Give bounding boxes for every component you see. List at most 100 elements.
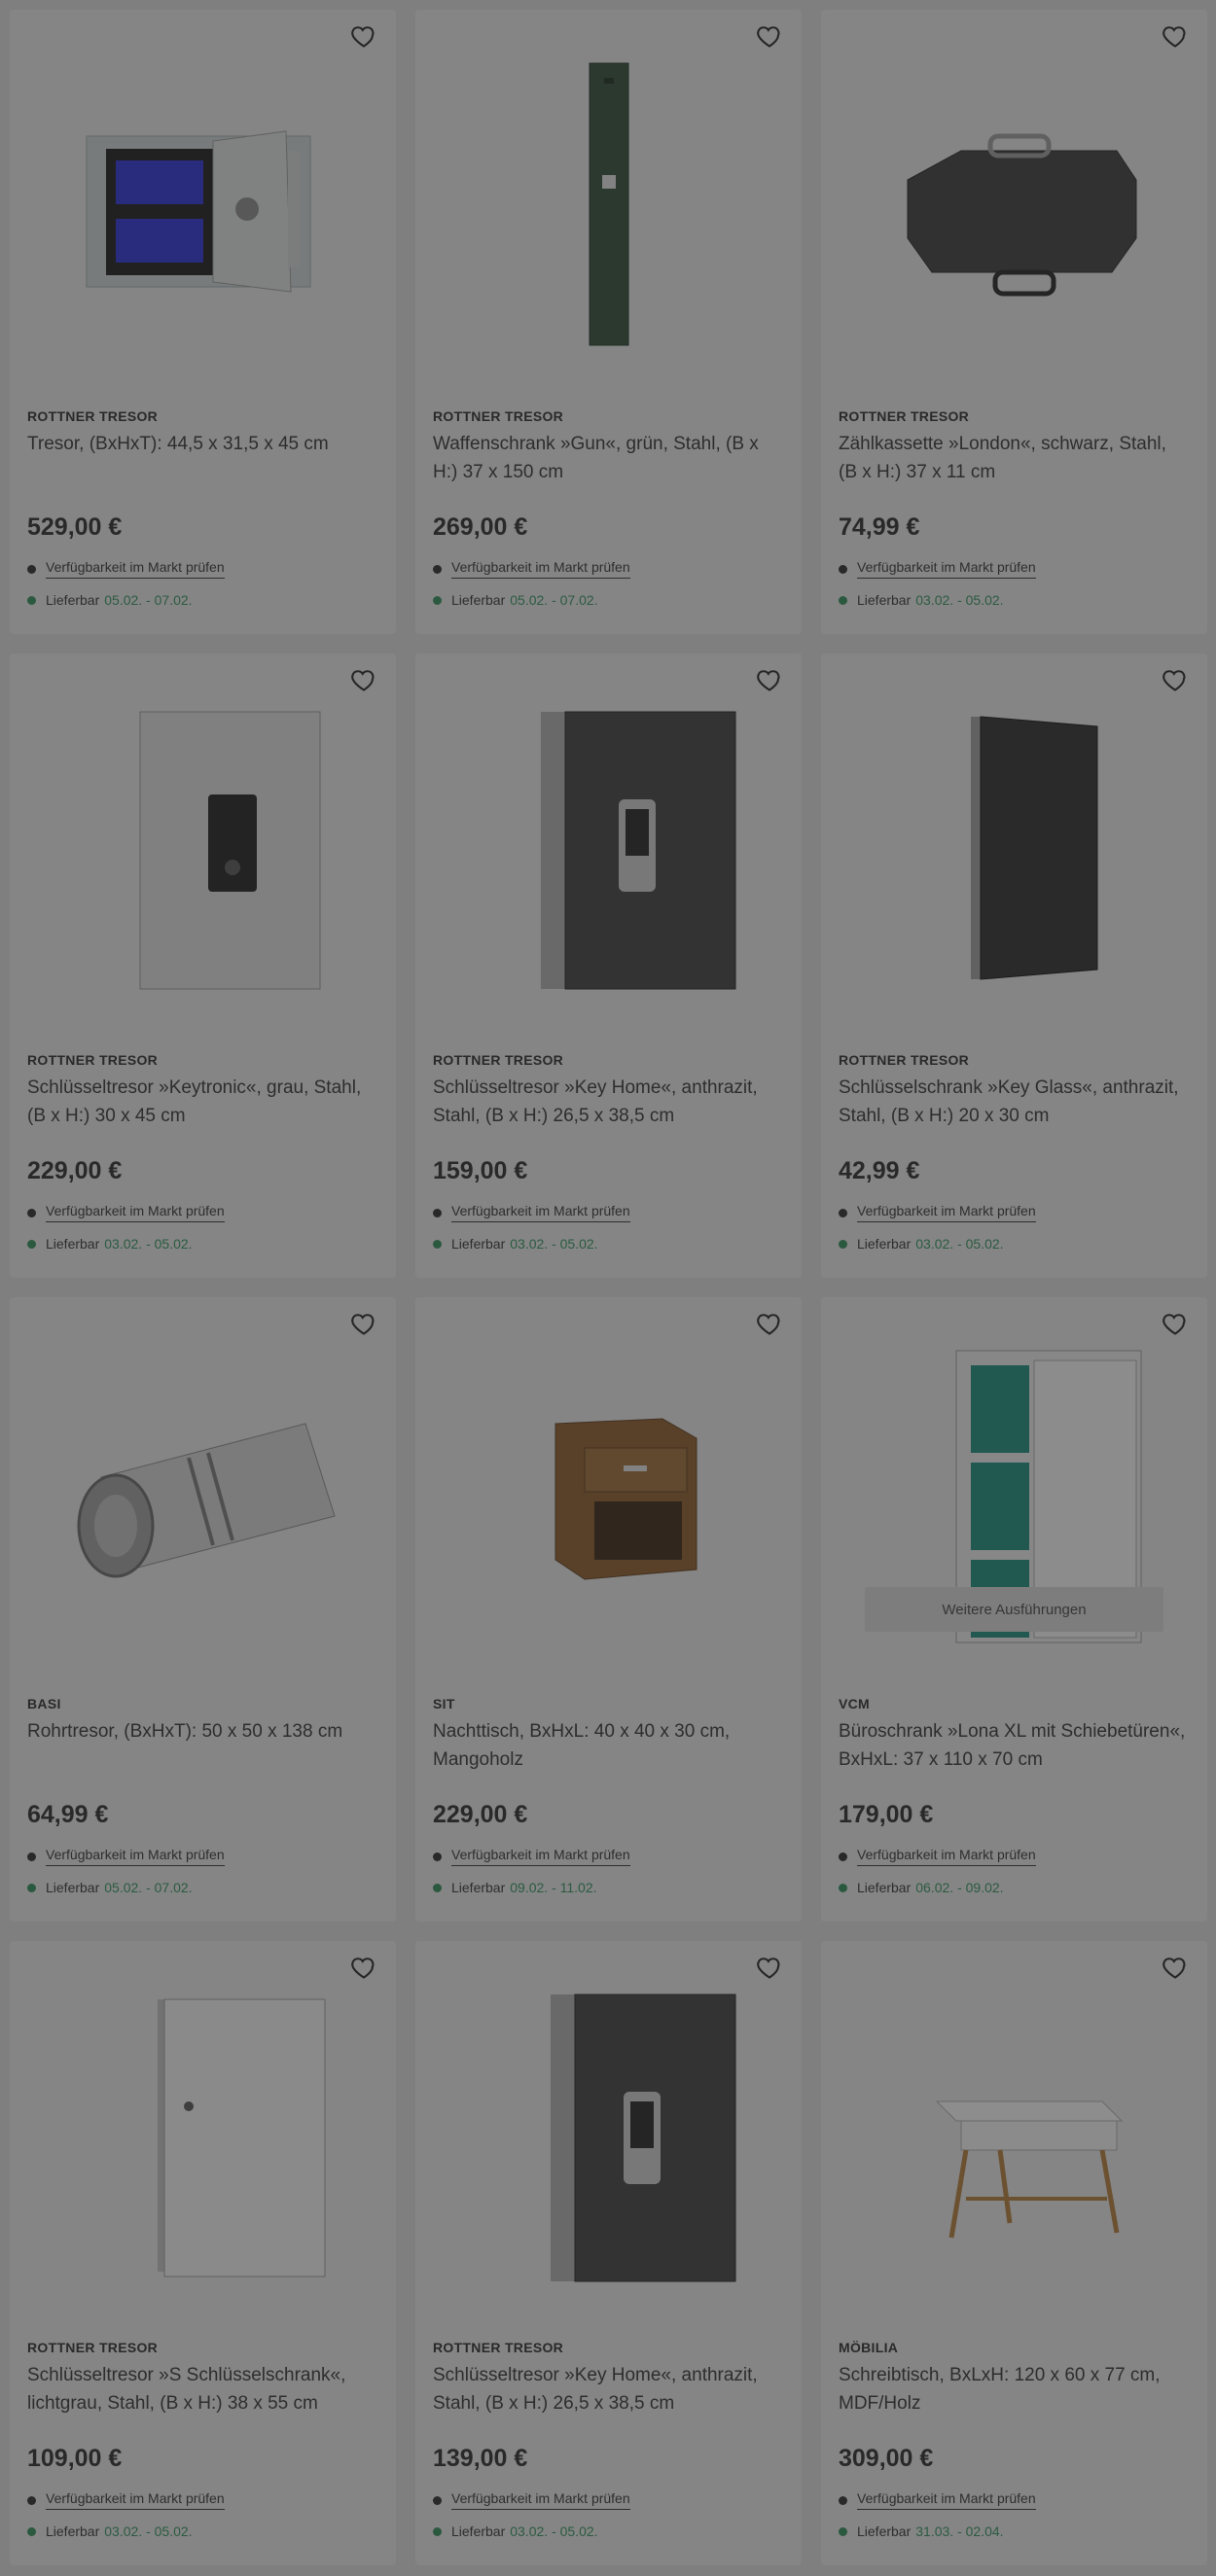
bullet-icon [839, 1852, 847, 1861]
product-card[interactable]: Weitere Ausführungen VCM Büroschrank »Lo… [821, 1297, 1207, 1922]
delivery-row: Lieferbar 03.02. - 05.02. [27, 2523, 378, 2539]
product-brand: ROTTNER TRESOR [27, 408, 159, 424]
product-card[interactable]: ROTTNER TRESOR Waffenschrank »Gun«, grün… [415, 10, 802, 634]
product-card[interactable]: ROTTNER TRESOR Schlüsseltresor »Key Home… [415, 1941, 802, 2565]
product-image[interactable] [415, 10, 802, 399]
desk-icon [935, 2100, 1123, 2239]
gun-cabinet-icon [589, 62, 628, 346]
key-glass-cabinet-icon [970, 716, 1097, 980]
product-image[interactable] [10, 1941, 396, 2330]
status-dot-icon [433, 1883, 442, 1892]
product-card[interactable]: ROTTNER TRESOR Schlüsselschrank »Key Gla… [821, 653, 1207, 1278]
check-availability-link[interactable]: Verfügbarkeit im Markt prüfen [46, 1203, 225, 1222]
product-card[interactable]: MÖBILIA Schreibtisch, BxLxH: 120 x 60 x … [821, 1941, 1207, 2565]
product-card[interactable]: ROTTNER TRESOR Zählkassette »London«, sc… [821, 10, 1207, 634]
check-availability-link[interactable]: Verfügbarkeit im Markt prüfen [451, 1847, 630, 1866]
heart-icon[interactable] [755, 1309, 784, 1338]
product-title[interactable]: Schlüsseltresor »Keytronic«, grau, Stahl… [27, 1074, 378, 1130]
product-title[interactable]: Schlüsseltresor »Key Home«, anthrazit, S… [433, 2361, 784, 2417]
delivery-row: Lieferbar 03.02. - 05.02. [433, 2523, 784, 2539]
product-card[interactable]: ROTTNER TRESOR Tresor, (BxHxT): 44,5 x 3… [10, 10, 396, 634]
product-image[interactable] [10, 10, 396, 399]
product-image[interactable] [821, 1941, 1207, 2330]
heart-icon[interactable] [755, 21, 784, 51]
product-title[interactable]: Schlüsselschrank »Key Glass«, anthrazit,… [839, 1074, 1190, 1130]
bullet-icon [433, 2495, 442, 2505]
heart-icon[interactable] [1161, 1309, 1190, 1338]
delivery-row: Lieferbar 05.02. - 07.02. [433, 592, 784, 608]
bullet-icon [433, 564, 442, 574]
product-title[interactable]: Waffenschrank »Gun«, grün, Stahl, (B x H… [433, 430, 784, 486]
nightstand-icon [554, 1418, 697, 1580]
status-dot-icon [27, 595, 36, 605]
heart-icon[interactable] [349, 1953, 378, 1982]
product-card[interactable]: ROTTNER TRESOR Schlüsseltresor »Keytroni… [10, 653, 396, 1278]
delivery-row: Lieferbar 06.02. - 09.02. [839, 1880, 1190, 1895]
product-price: 42,99 € [839, 1157, 920, 1184]
product-image[interactable] [415, 1297, 802, 1686]
check-availability-link[interactable]: Verfügbarkeit im Markt prüfen [857, 559, 1036, 579]
product-card[interactable]: ROTTNER TRESOR Schlüsseltresor »S Schlüs… [10, 1941, 396, 2565]
product-title[interactable]: Nachttisch, BxHxL: 40 x 40 x 30 cm, Mang… [433, 1717, 784, 1774]
product-info: ROTTNER TRESOR Schlüsseltresor »S Schlüs… [27, 2340, 378, 2539]
heart-icon[interactable] [349, 665, 378, 694]
product-info: ROTTNER TRESOR Schlüsseltresor »Key Home… [433, 1052, 784, 1252]
product-image[interactable] [10, 653, 396, 1042]
product-brand: ROTTNER TRESOR [433, 408, 564, 424]
bullet-icon [27, 564, 36, 574]
check-availability-link[interactable]: Verfügbarkeit im Markt prüfen [857, 2490, 1036, 2510]
check-availability-link[interactable]: Verfügbarkeit im Markt prüfen [451, 559, 630, 579]
product-brand: ROTTNER TRESOR [433, 1052, 564, 1068]
product-info: ROTTNER TRESOR Tresor, (BxHxT): 44,5 x 3… [27, 408, 378, 608]
heart-icon[interactable] [1161, 1953, 1190, 1982]
product-title[interactable]: Büroschrank »Lona XL mit Schiebetüren«, … [839, 1717, 1190, 1774]
status-dot-icon [433, 595, 442, 605]
heart-icon[interactable] [1161, 21, 1190, 51]
product-card[interactable]: SIT Nachttisch, BxHxL: 40 x 40 x 30 cm, … [415, 1297, 802, 1922]
heart-icon[interactable] [349, 21, 378, 51]
status-dot-icon [839, 2526, 847, 2536]
status-dot-icon [27, 1239, 36, 1249]
product-image[interactable] [821, 653, 1207, 1042]
more-variants-button[interactable]: Weitere Ausführungen [865, 1587, 1163, 1632]
delivery-dates: 03.02. - 05.02. [510, 2523, 598, 2539]
check-availability-link[interactable]: Verfügbarkeit im Markt prüfen [857, 1203, 1036, 1222]
product-brand: MÖBILIA [839, 2340, 899, 2355]
delivery-row: Lieferbar 05.02. - 07.02. [27, 1880, 378, 1895]
status-dot-icon [27, 2526, 36, 2536]
check-availability-link[interactable]: Verfügbarkeit im Markt prüfen [451, 2490, 630, 2510]
product-title[interactable]: Zählkassette »London«, schwarz, Stahl, (… [839, 430, 1190, 486]
product-brand: BASI [27, 1696, 61, 1711]
product-title[interactable]: Schreibtisch, BxLxH: 120 x 60 x 77 cm, M… [839, 2361, 1190, 2417]
heart-icon[interactable] [755, 665, 784, 694]
product-card[interactable]: BASI Rohrtresor, (BxHxT): 50 x 50 x 138 … [10, 1297, 396, 1922]
delivery-label: Lieferbar [451, 2523, 506, 2539]
product-info: ROTTNER TRESOR Schlüsseltresor »Key Home… [433, 2340, 784, 2539]
delivery-row: Lieferbar 03.02. - 05.02. [27, 1236, 378, 1252]
bullet-icon [839, 564, 847, 574]
delivery-label: Lieferbar [857, 1236, 912, 1252]
check-availability-link[interactable]: Verfügbarkeit im Markt prüfen [46, 1847, 225, 1866]
heart-icon[interactable] [755, 1953, 784, 1982]
product-brand: ROTTNER TRESOR [433, 2340, 564, 2355]
bullet-icon [27, 1208, 36, 1217]
cash-box-icon [907, 133, 1136, 297]
check-availability-link[interactable]: Verfügbarkeit im Markt prüfen [451, 1203, 630, 1222]
product-title[interactable]: Schlüsseltresor »Key Home«, anthrazit, S… [433, 1074, 784, 1130]
availability-row: Verfügbarkeit im Markt prüfen [27, 1203, 378, 1222]
product-image[interactable] [415, 653, 802, 1042]
product-card[interactable]: ROTTNER TRESOR Schlüsseltresor »Key Home… [415, 653, 802, 1278]
product-title[interactable]: Schlüsseltresor »S Schlüsselschrank«, li… [27, 2361, 378, 2417]
product-title[interactable]: Rohrtresor, (BxHxT): 50 x 50 x 138 cm [27, 1717, 378, 1774]
bullet-icon [839, 2495, 847, 2505]
heart-icon[interactable] [1161, 665, 1190, 694]
product-image[interactable] [10, 1297, 396, 1686]
product-title[interactable]: Tresor, (BxHxT): 44,5 x 31,5 x 45 cm [27, 430, 378, 486]
check-availability-link[interactable]: Verfügbarkeit im Markt prüfen [857, 1847, 1036, 1866]
delivery-label: Lieferbar [451, 1880, 506, 1895]
product-image[interactable] [415, 1941, 802, 2330]
product-image[interactable] [821, 10, 1207, 399]
check-availability-link[interactable]: Verfügbarkeit im Markt prüfen [46, 559, 225, 579]
heart-icon[interactable] [349, 1309, 378, 1338]
check-availability-link[interactable]: Verfügbarkeit im Markt prüfen [46, 2490, 225, 2510]
